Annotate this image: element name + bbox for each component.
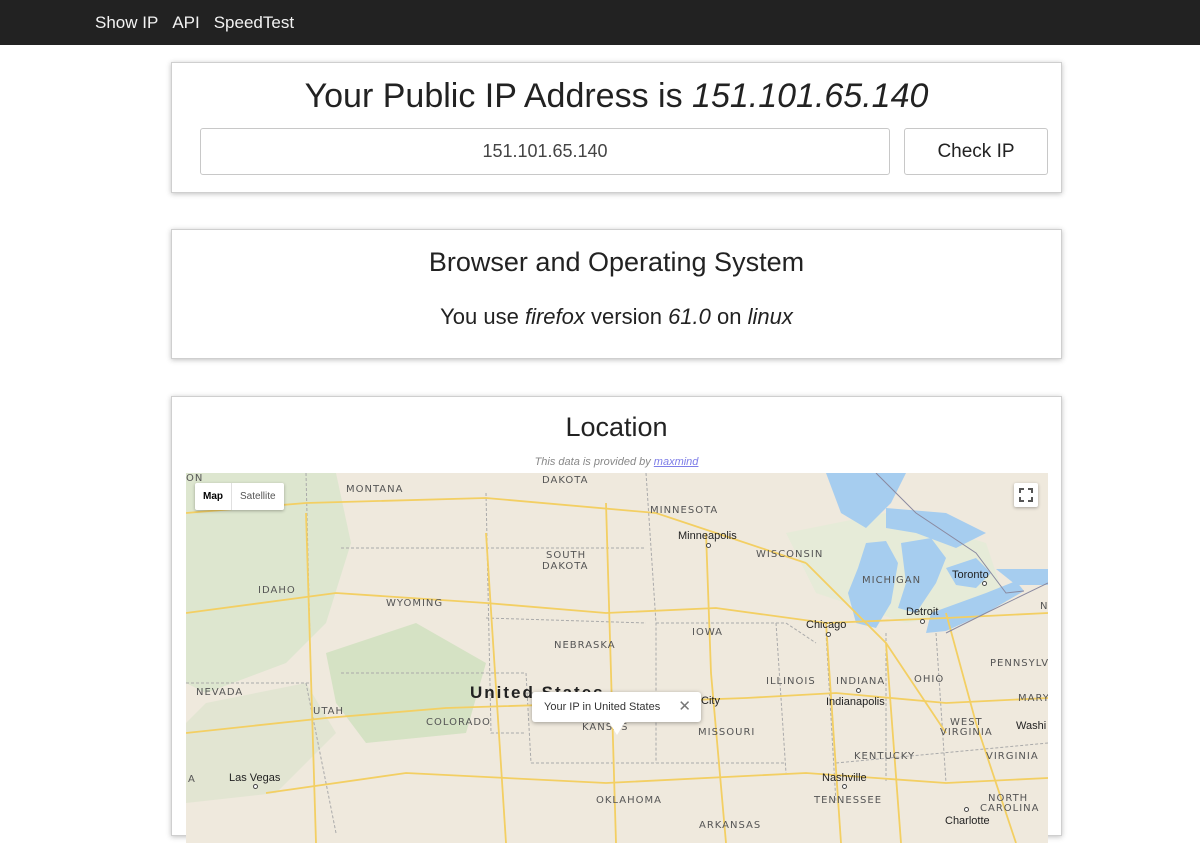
map-label-colorado: COLORADO xyxy=(426,717,491,728)
map-label-indiana: INDIANA xyxy=(836,676,886,687)
map-label-montana: MONTANA xyxy=(346,484,404,495)
nav-speedtest[interactable]: SpeedTest xyxy=(214,13,294,33)
map-label-utah: UTAH xyxy=(313,706,345,717)
map-label-iowa: IOWA xyxy=(692,627,724,638)
map-city-las-vegas: Las Vegas xyxy=(229,772,281,784)
fullscreen-button[interactable] xyxy=(1014,483,1038,507)
map-label-virginia: VIRGINIA xyxy=(986,751,1039,762)
operating-system: linux xyxy=(747,304,793,329)
popup-tail xyxy=(609,722,625,735)
heading-ip-address: 151.101.65.140 xyxy=(692,77,929,115)
public-ip-heading: Your Public IP Address is 151.101.65.140 xyxy=(172,77,1061,116)
nav-api[interactable]: API xyxy=(172,13,199,33)
map-label-south-dakota: DAKOTA xyxy=(542,561,589,572)
ip-location-popup: Your IP in United States ✕ xyxy=(532,692,701,735)
browser-os-title: Browser and Operating System xyxy=(428,247,805,277)
browser-version: 61.0 xyxy=(668,304,711,329)
heading-prefix: Your Public IP Address is xyxy=(304,77,693,115)
data-provider-note: This data is provided by maxmind xyxy=(172,456,1061,468)
city-marker xyxy=(856,688,861,693)
map-city-nashville: Nashville xyxy=(822,772,867,784)
map-city-charlotte: Charlotte xyxy=(945,815,990,827)
map-type-map[interactable]: Map xyxy=(195,483,232,510)
version-word: version xyxy=(584,304,669,329)
map-label-maryland: MARY xyxy=(1018,693,1048,704)
browser-os-card: Browser and Operating System You use fir… xyxy=(171,229,1062,359)
map-label-ohio: OHIO xyxy=(914,674,945,685)
browser-prefix: You use xyxy=(440,304,525,329)
map-label-tennessee: TENNESSEE xyxy=(814,795,883,806)
city-marker xyxy=(826,632,831,637)
map-city-detroit: Detroit xyxy=(906,606,939,618)
map-label-nevada: NEVADA xyxy=(196,687,244,698)
map-type-satellite[interactable]: Satellite xyxy=(232,483,284,510)
public-ip-card: Your Public IP Address is 151.101.65.140… xyxy=(171,62,1062,193)
popup-close-icon[interactable]: ✕ xyxy=(678,692,691,722)
location-title: Location xyxy=(565,412,668,442)
map-label-wisconsin: WISCONSIN xyxy=(756,549,824,560)
popup-text: Your IP in United States xyxy=(544,701,661,713)
location-card: Location This data is provided by maxmin… xyxy=(171,396,1062,843)
map-label-dakota: DAKOTA xyxy=(542,475,589,486)
map-city-chicago: Chicago xyxy=(806,619,847,631)
city-marker xyxy=(706,543,711,548)
map-label-kentucky: KENTUCKY xyxy=(854,751,916,762)
city-marker xyxy=(920,619,925,624)
location-map[interactable]: Map Satellite DAKOTA MONTANA MINNESOTA S… xyxy=(186,473,1048,843)
nav-show-ip[interactable]: Show IP xyxy=(95,13,158,33)
map-label-missouri: MISSOURI xyxy=(698,727,756,738)
city-marker xyxy=(842,784,847,789)
map-label-oklahoma: OKLAHOMA xyxy=(596,795,662,806)
city-marker xyxy=(982,581,987,586)
map-label-pennsylvania: PENNSYLV xyxy=(990,658,1048,669)
map-label-south: SOUTH xyxy=(546,550,587,561)
map-label-arkansas: ARKANSAS xyxy=(699,820,762,831)
browser-os-line: You use firefox version 61.0 on linux xyxy=(172,304,1061,330)
map-city-washington: Washi xyxy=(1016,720,1047,732)
map-city-indianapolis: Indianapolis xyxy=(826,696,885,708)
ip-address-input[interactable] xyxy=(200,128,890,175)
map-city-city: City xyxy=(701,695,720,707)
on-word: on xyxy=(710,304,748,329)
city-marker xyxy=(964,807,969,812)
map-city-minneapolis: Minneapolis xyxy=(678,530,737,542)
map-label-west-virginia: VIRGINIA xyxy=(940,727,993,738)
city-marker xyxy=(253,784,258,789)
map-tiles xyxy=(186,473,1048,843)
map-label-minnesota: MINNESOTA xyxy=(650,505,719,516)
map-label-illinois: ILLINOIS xyxy=(766,676,816,687)
map-label-edge-a: A xyxy=(188,774,196,785)
map-label-michigan: MICHIGAN xyxy=(862,575,922,586)
map-city-toronto: Toronto xyxy=(952,569,989,581)
map-label-carolina: CAROLINA xyxy=(980,803,1040,814)
top-navigation: Show IP API SpeedTest xyxy=(0,0,1200,45)
map-label-nebraska: NEBRASKA xyxy=(554,640,616,651)
map-label-idaho: IDAHO xyxy=(258,585,296,596)
map-label-edge-on: ON xyxy=(186,473,204,484)
fullscreen-icon xyxy=(1019,488,1033,502)
map-type-control: Map Satellite xyxy=(195,483,284,510)
maxmind-link[interactable]: maxmind xyxy=(654,456,699,468)
browser-name: firefox xyxy=(524,304,585,329)
check-ip-button[interactable]: Check IP xyxy=(904,128,1048,175)
map-label-edge-n: N xyxy=(1040,601,1048,612)
provider-prefix: This data is provided by xyxy=(534,456,654,468)
map-label-wyoming: WYOMING xyxy=(386,598,444,609)
